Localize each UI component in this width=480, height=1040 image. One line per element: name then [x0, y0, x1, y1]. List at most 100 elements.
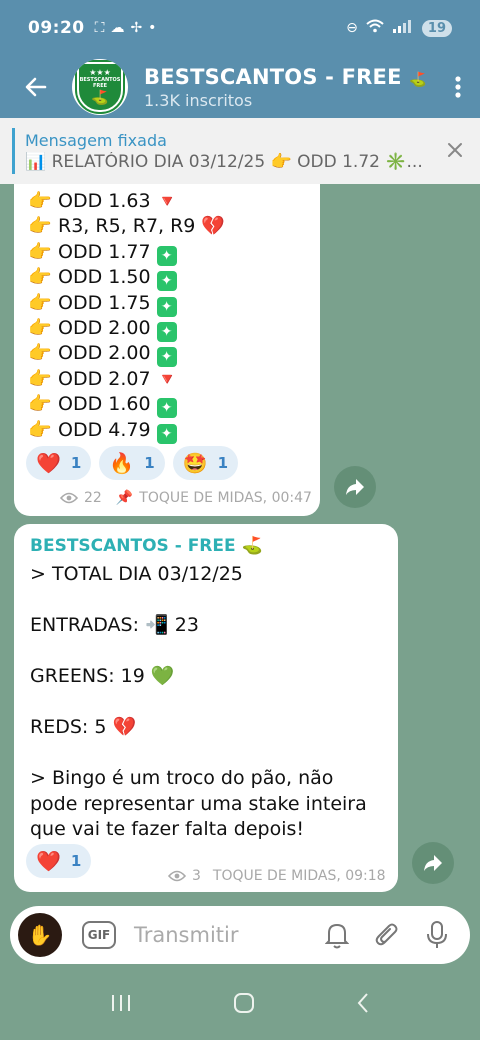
subscriber-count: 1.3K inscritos [144, 90, 253, 110]
close-icon [448, 142, 462, 157]
chevron-left-icon [357, 993, 368, 1013]
back-button[interactable] [0, 56, 72, 118]
odd-text: ODD 1.50 [58, 266, 151, 289]
odd-row: 👉 ODD 1.63 🔻 [28, 189, 225, 214]
green-check-icon: ✦ [156, 398, 177, 419]
odd-text: ODD 1.63 [58, 190, 151, 212]
view-count: 3 [192, 868, 201, 884]
channel-logo: ★★★ BESTSCANTOS FREE ⛳ [77, 62, 123, 112]
microphone-icon [427, 921, 447, 948]
odd-row: 👉 ODD 2.00 ✦ [28, 341, 225, 368]
system-nav-bar [0, 972, 480, 1040]
pinned-body: Mensagem fixada 📊 RELATÓRIO DIA 03/12/25… [25, 131, 430, 172]
sender-name[interactable]: BESTSCANTOS - FREE ⛳ [30, 536, 263, 556]
odd-text: ODD 4.79 [58, 418, 151, 441]
author-time: TOQUE DE MIDAS, 00:47 [139, 490, 312, 506]
message-text: > TOTAL DIA 03/12/25 ENTRADAS: 📲 23 GREE… [30, 563, 367, 840]
view-count: 22 [84, 490, 102, 506]
message-meta: 3 TOQUE DE MIDAS, 09:18 [168, 868, 386, 884]
reactions-row: ❤️ 1 [26, 844, 92, 878]
reaction-count: 1 [70, 852, 82, 870]
share-button-2[interactable] [412, 842, 454, 884]
odd-row: 👉 ODD 1.77 ✦ [28, 240, 225, 266]
fan-icon: ✢ [130, 20, 143, 36]
reaction-emoji-icon: 🤩 [182, 451, 208, 475]
status-bar: 09:20 ⛶ ☁ ✢ • ⊖ 19 [0, 0, 480, 56]
paperclip-icon [375, 923, 398, 946]
arrow-left-icon [25, 77, 47, 97]
recent-apps-button[interactable] [110, 993, 132, 1019]
message-bubble-1[interactable]: 👉 ODD 1.63 🔻 👉 R3, R5, R7, R9 💔 👉 ODD 1.77 ✦ 👉 OD… [14, 184, 320, 516]
red-triangle-icon: 🔻 [156, 192, 178, 212]
message-bubble-2[interactable]: BESTSCANTOS - FREE ⛳ > TOTAL DIA 03/12/2… [14, 524, 398, 892]
reaction-emoji-icon: ❤️ [36, 849, 61, 873]
reaction-chip[interactable]: 🔥 1 [99, 446, 165, 480]
pointing-hand-icon: 👉 [28, 342, 52, 365]
attach-button[interactable] [362, 921, 412, 949]
odd-row: 👉 ODD 1.60 ✦ [28, 392, 225, 419]
odd-text: ODD 1.77 [58, 240, 151, 263]
green-check-icon: ✦ [156, 423, 177, 444]
pin-icon: 📌 [115, 490, 134, 506]
odd-row: 👉 ODD 4.79 ✦ [28, 418, 225, 444]
channel-avatar[interactable]: ★★★ BESTSCANTOS FREE ⛳ [72, 59, 128, 115]
chat-area[interactable]: 👉 ODD 1.63 🔻 👉 R3, R5, R7, R9 💔 👉 ODD 1.77 ✦ 👉 OD… [0, 184, 480, 900]
more-vertical-icon [455, 76, 461, 98]
reactions-row: ❤️ 1 🔥 1 🤩 1 [26, 446, 239, 480]
pointing-hand-icon: 👉 [28, 367, 52, 390]
reaction-emoji-icon: ❤️ [36, 451, 61, 475]
eye-icon [168, 870, 186, 882]
notification-toggle-button[interactable] [312, 921, 362, 949]
channel-info[interactable]: BESTSCANTOS - FREE ⛳ 1.3K inscritos [144, 65, 436, 110]
odd-text: R3, R5, R7, R9 💔 [58, 215, 226, 238]
author-time: TOQUE DE MIDAS, 09:18 [212, 868, 386, 884]
dnd-icon: ⊖ [346, 20, 358, 36]
odd-row: 👉 R3, R5, R7, R9 💔 [28, 214, 225, 239]
odd-text: ODD 2.00 [58, 342, 151, 365]
dot-icon: • [148, 20, 157, 36]
odd-text: ODD 1.75 [58, 291, 151, 314]
reaction-chip[interactable]: ❤️ 1 [26, 844, 92, 878]
title-badge: ⛳ [409, 71, 427, 88]
green-check-icon: ✦ [156, 245, 177, 266]
avatar-image-icon: ✋ [27, 923, 53, 947]
reaction-count: 1 [70, 454, 82, 472]
pointing-hand-icon: 👉 [28, 190, 52, 212]
more-menu-button[interactable] [436, 56, 480, 118]
pinned-close-button[interactable] [430, 139, 480, 164]
share-icon [346, 479, 364, 495]
golf-flag-icon: ⛳ [91, 90, 109, 106]
reaction-chip[interactable]: 🤩 1 [172, 446, 239, 480]
pinned-accent-bar [12, 128, 15, 174]
odd-row: 👉 ODD 1.50 ✦ [28, 265, 225, 292]
home-button[interactable] [233, 992, 255, 1020]
pointing-hand-icon: 👉 [28, 418, 52, 441]
battery-icon: 19 [421, 19, 452, 37]
reaction-chip[interactable]: ❤️ 1 [26, 446, 92, 480]
odd-text: ODD 1.60 [58, 393, 151, 416]
pinned-label: Mensagem fixada [25, 130, 167, 150]
channel-title: BESTSCANTOS - FREE ⛳ [144, 64, 427, 89]
pinned-message-bar[interactable]: Mensagem fixada 📊 RELATÓRIO DIA 03/12/25… [0, 118, 480, 184]
pointing-hand-icon: 👉 [28, 266, 52, 289]
system-back-button[interactable] [356, 992, 370, 1020]
share-button-1[interactable] [334, 466, 376, 508]
status-time: 09:20 [28, 18, 85, 38]
odd-text: ODD 2.00 [58, 316, 151, 339]
gif-button[interactable]: GIF [82, 921, 116, 949]
message-input-bar: ✋ GIF Transmitir [10, 906, 470, 964]
broadcast-input[interactable]: Transmitir [134, 923, 312, 947]
message-meta: 22 📌 TOQUE DE MIDAS, 00:47 [60, 490, 312, 506]
odd-list: 👉 ODD 1.63 🔻 👉 R3, R5, R7, R9 💔 👉 ODD 1.77 ✦ 👉 OD… [28, 189, 225, 444]
wifi-icon [366, 19, 384, 37]
odd-row: 👉 ODD 1.75 ✦ [28, 291, 225, 317]
voice-button[interactable] [412, 920, 462, 950]
green-check-icon: ✦ [156, 271, 177, 292]
recent-apps-icon [112, 995, 131, 1011]
reaction-count: 1 [144, 454, 155, 472]
send-as-avatar[interactable]: ✋ [18, 913, 62, 957]
green-check-icon: ✦ [156, 347, 177, 368]
signal-icon [392, 19, 414, 37]
bell-icon [325, 923, 349, 949]
pointing-hand-icon: 👉 [28, 291, 52, 314]
